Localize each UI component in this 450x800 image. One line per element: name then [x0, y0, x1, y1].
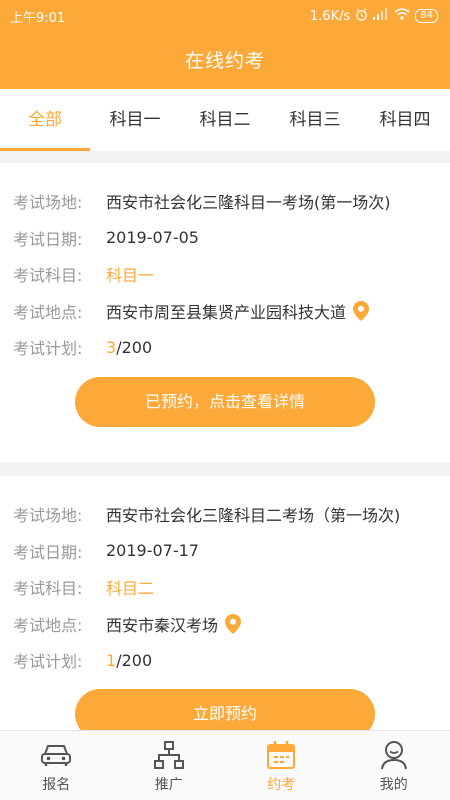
location-label: 考试地点: — [13, 615, 83, 635]
venue-label: 考试场地: — [13, 193, 83, 213]
car-icon — [39, 739, 73, 771]
date-value: 2019-07-05 — [106, 228, 199, 248]
venue-value: 西安市社会化三隆科目二考场（第一场次) — [106, 506, 401, 526]
nav-item-appointment[interactable]: 约考 — [225, 731, 338, 800]
plan-row: 考试计划: 1/200 — [13, 642, 450, 679]
tab-subject-2[interactable]: 科目二 — [180, 89, 270, 151]
bottom-nav: 报名 推广 约考 我的 — [0, 730, 450, 800]
nav-item-mine[interactable]: 我的 — [338, 731, 450, 800]
nav-label-promote: 推广 — [154, 777, 183, 793]
plan-total: /200 — [116, 337, 153, 357]
plan-label: 考试计划: — [13, 652, 83, 672]
network-icon — [152, 739, 186, 771]
date-label: 考试日期: — [13, 542, 83, 562]
nav-item-register[interactable]: 报名 — [0, 731, 113, 800]
date-value: 2019-07-17 — [106, 541, 199, 561]
battery-indicator: 84 — [415, 9, 438, 23]
location-pin-icon[interactable] — [353, 300, 370, 321]
date-row: 考试日期: 2019-07-17 — [13, 533, 450, 570]
tab-subject-4[interactable]: 科目四 — [360, 89, 450, 151]
plan-booked-count: 3 — [106, 337, 117, 357]
nav-label-mine: 我的 — [379, 777, 408, 793]
network-speed: 1.6K/s — [309, 8, 351, 24]
venue-row: 考试场地: 西安市社会化三隆科目一考场(第一场次) — [13, 183, 450, 220]
subject-label: 考试科目: — [13, 266, 83, 286]
plan-value: 1/200 — [106, 651, 152, 670]
exam-card: 考试场地: 西安市社会化三隆科目二考场（第一场次) 考试日期: 2019-07-… — [0, 476, 450, 739]
plan-booked-count: 1 — [106, 650, 117, 670]
nav-item-promote[interactable]: 推广 — [113, 731, 226, 800]
plan-value: 3/200 — [106, 338, 152, 357]
status-time: 上午9:01 — [10, 10, 66, 26]
subject-tabs: 全部 科目一 科目二 科目三 科目四 — [0, 89, 450, 151]
nav-label-register: 报名 — [42, 777, 71, 793]
date-row: 考试日期: 2019-07-05 — [13, 220, 450, 257]
location-row: 考试地点: 西安市周至县集贤产业园科技大道 — [13, 293, 450, 330]
alarm-icon — [355, 7, 368, 25]
nav-label-appointment: 约考 — [267, 777, 296, 793]
signal-icon — [373, 8, 389, 24]
status-bar: 上午9:01 1.6K/s 84 — [0, 0, 450, 32]
page-title: 在线约考 — [184, 50, 265, 72]
venue-label: 考试场地: — [13, 506, 83, 526]
location-value: 西安市周至县集贤产业园科技大道 — [106, 302, 347, 322]
subject-row: 考试科目: 科目二 — [13, 569, 450, 606]
subject-value: 科目一 — [106, 266, 155, 286]
venue-row: 考试场地: 西安市社会化三隆科目二考场（第一场次) — [13, 496, 450, 533]
plan-row: 考试计划: 3/200 — [13, 329, 450, 366]
tab-all[interactable]: 全部 — [0, 89, 90, 151]
location-pin-icon[interactable] — [225, 613, 242, 634]
plan-label: 考试计划: — [13, 339, 83, 359]
subject-value: 科目二 — [106, 579, 155, 599]
wifi-icon — [394, 8, 410, 24]
tab-subject-1[interactable]: 科目一 — [90, 89, 180, 151]
calendar-icon — [264, 739, 298, 771]
tab-subject-3[interactable]: 科目三 — [270, 89, 360, 151]
exam-card: 考试场地: 西安市社会化三隆科目一考场(第一场次) 考试日期: 2019-07-… — [0, 163, 450, 462]
app-header: 上午9:01 1.6K/s 84 在线约考 — [0, 0, 450, 89]
location-label: 考试地点: — [13, 302, 83, 322]
venue-value: 西安市社会化三隆科目一考场(第一场次) — [106, 193, 391, 213]
location-row: 考试地点: 西安市秦汉考场 — [13, 606, 450, 643]
date-label: 考试日期: — [13, 229, 83, 249]
status-indicators: 1.6K/s 84 — [309, 7, 438, 25]
user-icon — [377, 739, 411, 771]
view-booking-details-button[interactable]: 已预约，点击查看详情 — [75, 377, 375, 427]
subject-row: 考试科目: 科目一 — [13, 256, 450, 293]
subject-label: 考试科目: — [13, 579, 83, 599]
location-value: 西安市秦汉考场 — [106, 615, 219, 635]
plan-total: /200 — [116, 650, 153, 670]
